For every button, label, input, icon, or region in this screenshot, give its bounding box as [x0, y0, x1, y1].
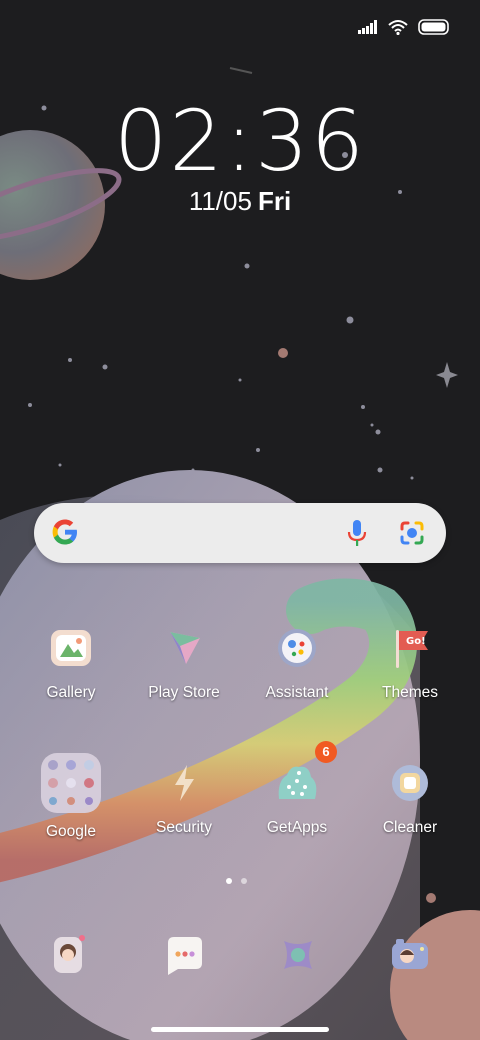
- app-label: Cleaner: [382, 819, 438, 836]
- notification-badge: 6: [315, 741, 337, 763]
- assistant-icon: [269, 620, 325, 676]
- app-cleaner[interactable]: Cleaner: [355, 755, 465, 837]
- app-label: Gallery: [46, 684, 96, 701]
- google-g-icon: [52, 519, 77, 545]
- clock-minutes: 36: [255, 92, 367, 190]
- app-label: Assistant: [265, 684, 329, 701]
- status-bar: [358, 16, 450, 38]
- google-search-bar[interactable]: [34, 503, 446, 563]
- date-value: 11/05: [188, 186, 252, 216]
- messages-icon[interactable]: [154, 925, 214, 985]
- app-google-folder[interactable]: Google: [16, 753, 126, 841]
- lens-icon[interactable]: [398, 519, 426, 547]
- battery-icon: [418, 19, 449, 35]
- page-dot: [241, 878, 247, 884]
- app-label: Google: [46, 823, 96, 840]
- wifi-icon: [388, 20, 408, 35]
- app-assistant[interactable]: Assistant: [242, 620, 352, 702]
- signal-icon: [358, 20, 377, 34]
- cleaner-icon: [382, 755, 438, 811]
- app-security[interactable]: Security: [129, 755, 239, 837]
- app-getapps[interactable]: 6 GetApps: [242, 741, 352, 837]
- app-label: Security: [156, 819, 212, 836]
- gallery-icon: [43, 620, 99, 676]
- app-label: Themes: [382, 684, 438, 701]
- camera-icon[interactable]: [380, 925, 440, 985]
- themes-icon: Go!: [382, 620, 438, 676]
- svg-text:Go!: Go!: [406, 636, 426, 647]
- app-gallery[interactable]: Gallery: [16, 620, 126, 702]
- app-label: GetApps: [266, 819, 328, 836]
- page-dot-active: [226, 878, 232, 884]
- google-folder-icon: [39, 751, 103, 815]
- mic-icon[interactable]: [346, 518, 368, 548]
- clock-hours: 02: [113, 92, 225, 190]
- app-themes[interactable]: Go! Themes: [355, 620, 465, 702]
- weekday-value: Fri: [257, 186, 292, 216]
- security-icon: [156, 755, 212, 811]
- lockscreen-clock: 02:36: [0, 92, 480, 190]
- app-label: Play Store: [148, 684, 220, 701]
- clock-separator: :: [224, 92, 256, 190]
- app-play-store[interactable]: Play Store: [129, 620, 239, 702]
- play-store-icon: [156, 620, 212, 676]
- page-indicator: [226, 878, 247, 884]
- browser-icon[interactable]: [268, 925, 328, 985]
- phone-icon[interactable]: [38, 925, 98, 985]
- date-line: 11/05 Fri: [0, 186, 480, 217]
- getapps-icon: 6: [269, 741, 337, 811]
- home-gesture-bar[interactable]: [151, 1027, 329, 1032]
